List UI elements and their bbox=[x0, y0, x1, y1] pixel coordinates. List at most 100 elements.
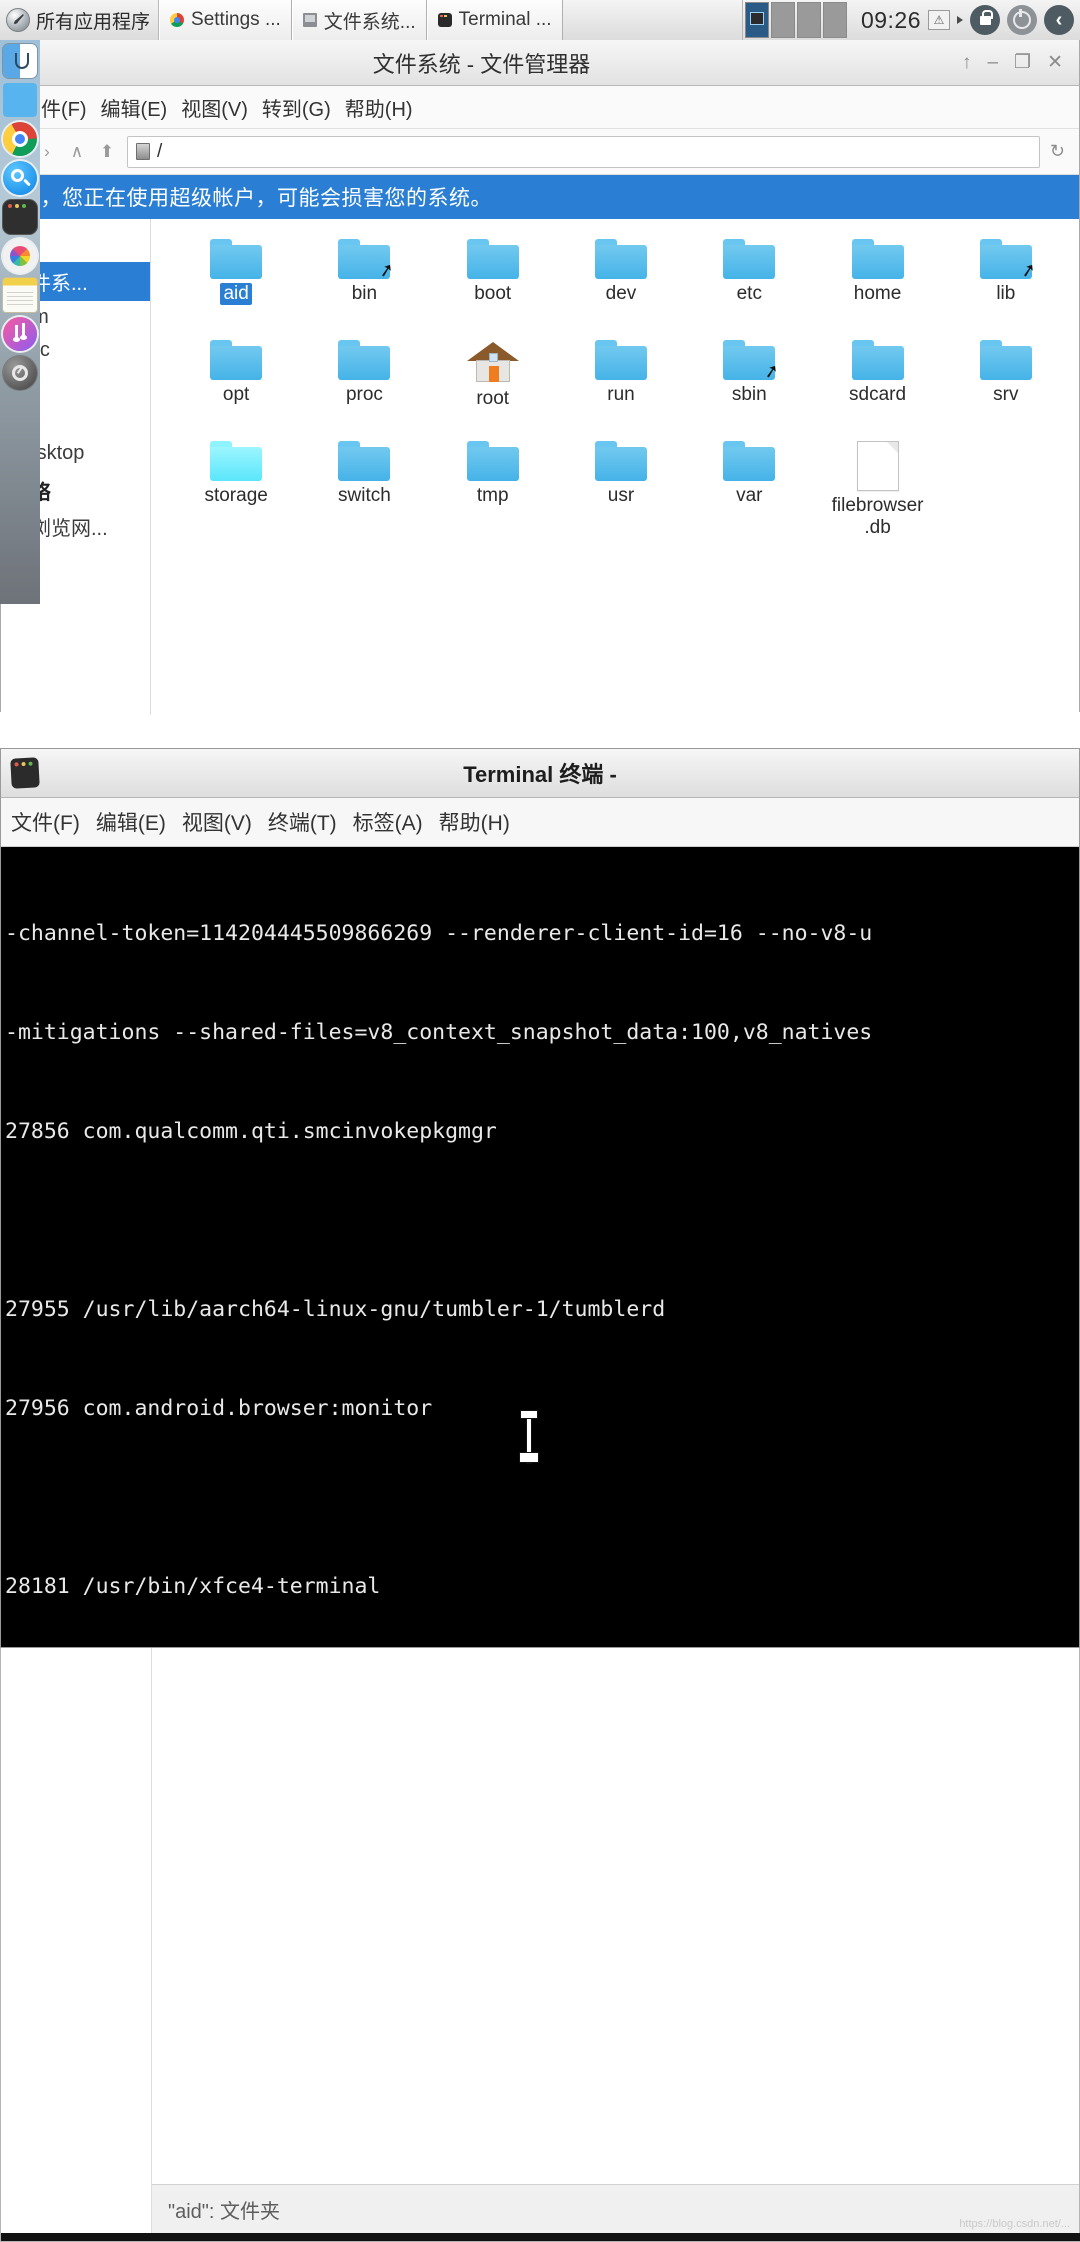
terminal-menu-help[interactable]: 帮助(H) bbox=[439, 807, 510, 837]
status-text: "aid": 文件夹 bbox=[168, 2200, 281, 2223]
terminal-menu-view[interactable]: 视图(V) bbox=[182, 807, 252, 837]
file-item[interactable]: usr bbox=[558, 435, 684, 536]
terminal-menu-tabs[interactable]: 标签(A) bbox=[353, 807, 423, 837]
file-item[interactable]: home bbox=[814, 233, 940, 334]
up-icon[interactable]: ∧ bbox=[67, 142, 87, 162]
file-manager-body: 备 文件系... shm proc 量 oot Desktop 网络 bbox=[1, 219, 1079, 715]
folder-icon bbox=[210, 441, 263, 481]
menu-help[interactable]: 帮助(H) bbox=[345, 93, 413, 122]
folder-icon bbox=[851, 239, 904, 279]
file-item[interactable]: var bbox=[686, 435, 812, 536]
file-item[interactable]: ➚ bin bbox=[301, 233, 427, 334]
workspace-3[interactable] bbox=[796, 2, 821, 38]
search-icon[interactable] bbox=[3, 161, 37, 195]
grid-empty-cell bbox=[943, 435, 1069, 536]
file-item[interactable]: dev bbox=[558, 233, 684, 334]
file-label: tmp bbox=[476, 485, 509, 506]
file-explorer-icon[interactable] bbox=[3, 83, 37, 117]
file-label: proc bbox=[345, 384, 383, 405]
reload-icon[interactable]: ↻ bbox=[1050, 141, 1065, 162]
terminal-icon[interactable] bbox=[3, 200, 37, 234]
menu-view[interactable]: 视图(V) bbox=[181, 93, 248, 122]
finder-icon[interactable] bbox=[3, 44, 37, 78]
file-item[interactable]: ➚ sbin bbox=[686, 334, 812, 435]
menu-go[interactable]: 转到(G) bbox=[262, 93, 331, 122]
file-item[interactable]: switch bbox=[301, 435, 427, 536]
folder-icon bbox=[594, 441, 647, 481]
taskbar-item-filesystem[interactable]: 文件系统... bbox=[291, 0, 427, 40]
menu-file[interactable]: 件(F) bbox=[41, 93, 87, 122]
folder-icon bbox=[210, 340, 263, 380]
file-manager-toolbar: ‹ › ∧ ⬆ / ↻ bbox=[1, 129, 1079, 175]
folder-icon bbox=[338, 441, 391, 481]
folder-icon bbox=[466, 441, 519, 481]
file-item[interactable]: storage bbox=[173, 435, 299, 536]
terminal-menu-file[interactable]: 文件(F) bbox=[11, 807, 80, 837]
root-warning-banner: 后，您正在使用超级帐户，可能会损害您的系统。 bbox=[1, 175, 1079, 219]
file-item[interactable]: opt bbox=[173, 334, 299, 435]
file-item[interactable]: tmp bbox=[430, 435, 556, 536]
file-label: srv bbox=[993, 384, 1019, 405]
notes-icon[interactable] bbox=[3, 278, 37, 312]
lock-body bbox=[979, 9, 993, 25]
all-applications-button[interactable]: 所有应用程序 bbox=[0, 0, 160, 40]
terminal-title: Terminal 终端 - bbox=[463, 762, 617, 787]
workspace-2[interactable] bbox=[770, 2, 795, 38]
taskbar-label-settings: Settings ... bbox=[191, 9, 281, 30]
forward-icon[interactable]: › bbox=[37, 142, 57, 162]
terminal-titlebar[interactable]: Terminal 终端 - bbox=[1, 749, 1079, 798]
file-manager-titlebar[interactable]: 文件系统 - 文件管理器 ↑ – ❐ ✕ bbox=[1, 40, 1079, 86]
file-item[interactable]: aid bbox=[173, 233, 299, 334]
warning-icon[interactable]: ⚠ bbox=[928, 10, 950, 30]
sidebar-item-label: 浏览网... bbox=[31, 518, 108, 540]
music-icon[interactable] bbox=[3, 317, 37, 351]
back-icon[interactable]: ‹ bbox=[1044, 5, 1074, 35]
file-item[interactable]: srv bbox=[943, 334, 1069, 435]
root-warning-text: 后，您正在使用超级帐户，可能会损害您的系统。 bbox=[19, 187, 492, 210]
terminal-menu-terminal[interactable]: 终端(T) bbox=[268, 807, 337, 837]
gear-icon[interactable] bbox=[3, 356, 37, 390]
chevron-right-icon[interactable] bbox=[957, 16, 963, 24]
file-item[interactable]: etc bbox=[686, 233, 812, 334]
file-item[interactable]: proc bbox=[301, 334, 427, 435]
file-item[interactable]: run bbox=[558, 334, 684, 435]
terminal-line: 27956 com.android.browser:monitor bbox=[5, 1396, 433, 1421]
menu-edit[interactable]: 编辑(E) bbox=[101, 93, 168, 122]
taskbar-item-settings[interactable]: Settings ... bbox=[159, 0, 292, 40]
workspace-4[interactable] bbox=[822, 2, 847, 38]
workspace-window-thumb bbox=[749, 12, 764, 25]
lock-icon[interactable] bbox=[970, 5, 1000, 35]
taskbar-item-terminal[interactable]: Terminal ... bbox=[426, 0, 563, 40]
photos-icon[interactable] bbox=[3, 239, 37, 273]
folder-icon bbox=[338, 340, 391, 380]
path-input[interactable]: / bbox=[127, 135, 1040, 168]
terminal-menu-edit[interactable]: 编辑(E) bbox=[96, 807, 166, 837]
home-icon[interactable]: ⬆ bbox=[97, 142, 117, 162]
file-item[interactable]: ➚ lib bbox=[943, 233, 1069, 334]
window-close-button[interactable]: ✕ bbox=[1047, 51, 1063, 74]
file-item[interactable]: boot bbox=[430, 233, 556, 334]
file-item[interactable]: sdcard bbox=[814, 334, 940, 435]
window-up-button[interactable]: ↑ bbox=[962, 52, 972, 74]
file-item[interactable]: filebrowser.db bbox=[814, 435, 940, 538]
terminal-output[interactable]: -channel-token=114204445509866269 --rend… bbox=[1, 847, 1079, 1647]
workspace-1[interactable] bbox=[744, 2, 769, 38]
panel-spacer bbox=[562, 0, 742, 40]
file-item[interactable]: root bbox=[430, 334, 556, 435]
file-manager-empty-area bbox=[152, 1648, 1079, 2185]
chrome-icon[interactable] bbox=[3, 122, 37, 156]
workspace-switcher[interactable] bbox=[741, 0, 851, 40]
file-label: lib bbox=[996, 283, 1016, 304]
window-maximize-button[interactable]: ❐ bbox=[1014, 51, 1031, 74]
power-icon[interactable] bbox=[1007, 5, 1037, 35]
file-label: aid bbox=[220, 283, 252, 306]
folder-icon bbox=[979, 340, 1032, 380]
window-minimize-button[interactable]: – bbox=[987, 52, 998, 74]
clock[interactable]: 09:26 bbox=[861, 7, 921, 34]
screen-bottom-bar bbox=[1, 2233, 1080, 2241]
file-label: var bbox=[736, 485, 763, 506]
folder-icon bbox=[851, 340, 904, 380]
home-folder-icon bbox=[466, 340, 519, 384]
